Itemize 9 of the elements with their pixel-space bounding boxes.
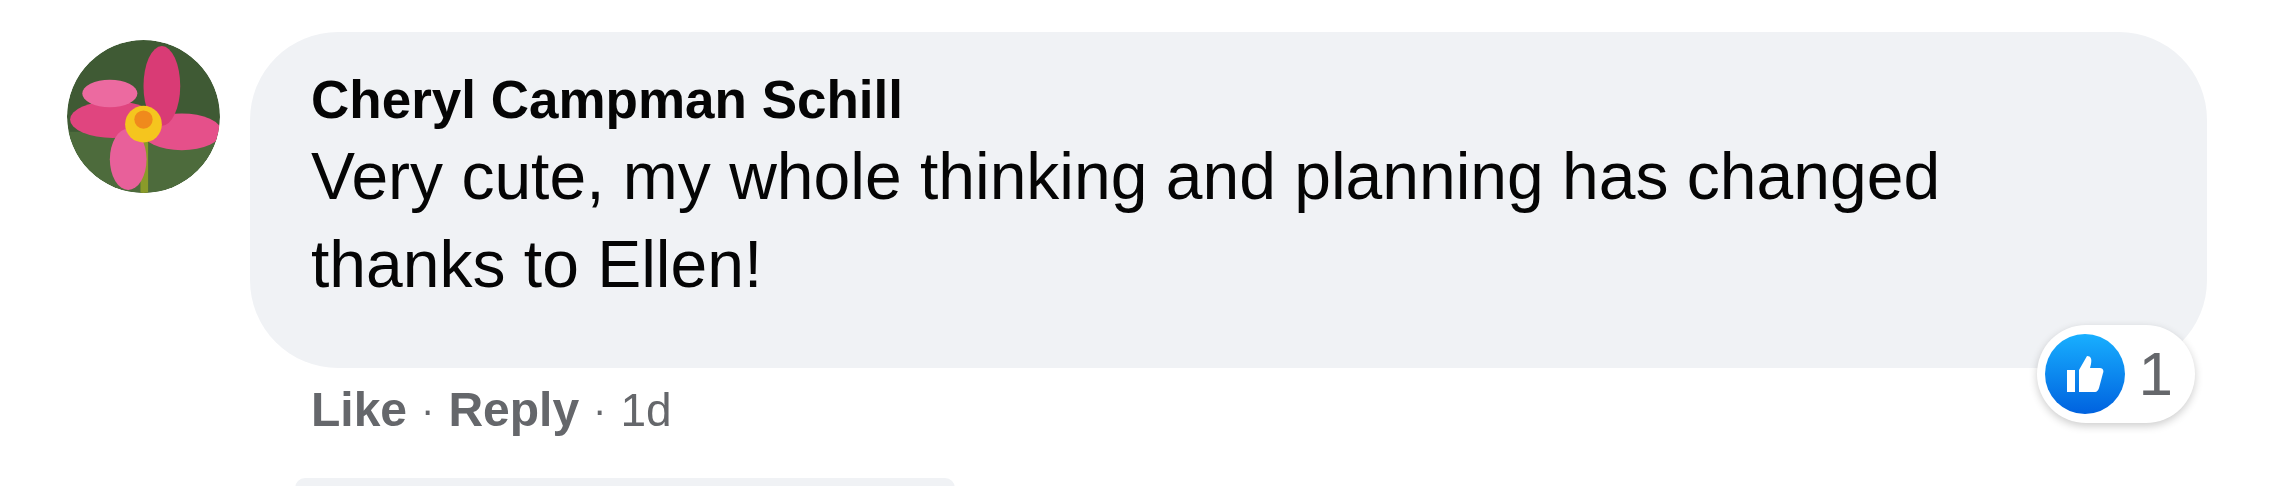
separator-dot: · <box>593 387 607 434</box>
reaction-badge[interactable]: 1 <box>2036 325 2195 423</box>
timestamp[interactable]: 1d <box>620 380 672 440</box>
action-link[interactable]: Reply <box>448 380 580 440</box>
action-link[interactable]: Like <box>311 380 408 440</box>
reaction-count: 1 <box>2138 343 2173 405</box>
separator-dot: · <box>421 387 435 434</box>
comment-text: Very cute, my whole thinking and planning has changed thanks to Ellen! <box>311 138 1942 303</box>
author-name[interactable]: Cheryl Campman Schill <box>311 68 903 132</box>
